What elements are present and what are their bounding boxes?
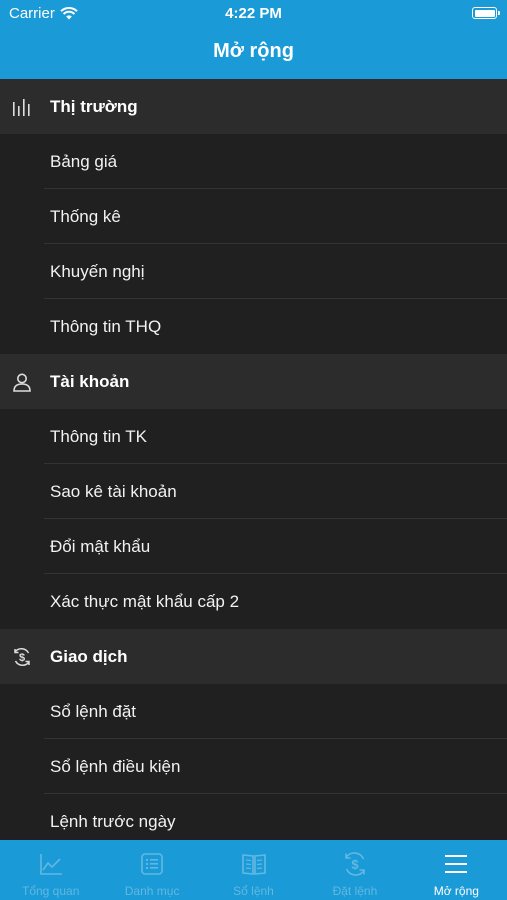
book-icon: [241, 854, 266, 875]
menu-item-label: Sổ lệnh đặt: [50, 701, 137, 721]
tab-dat-lenh[interactable]: $ Đặt lệnh: [304, 840, 405, 900]
line-chart-icon: [39, 854, 62, 875]
section-header-thi-truong: Thị trường: [0, 79, 507, 134]
menu-list: Thị trường Bảng giá Thống kê Khuyến nghị…: [0, 79, 507, 840]
menu-item-sao-ke-tai-khoan[interactable]: Sao kê tài khoản: [0, 464, 507, 519]
tab-danh-muc[interactable]: Danh mục: [101, 840, 202, 900]
menu-item-label: Sổ lệnh điều kiện: [50, 756, 181, 776]
section-header-giao-dich: $ Giao dịch: [0, 629, 507, 684]
menu-item-so-lenh-dat[interactable]: Sổ lệnh đặt: [0, 684, 507, 739]
menu-item-so-lenh-dieu-kien[interactable]: Sổ lệnh điều kiện: [0, 739, 507, 794]
battery-icon: [472, 7, 500, 19]
menu-item-lenh-truoc-ngay[interactable]: Lệnh trước ngày: [0, 794, 507, 840]
section-title: Giao dịch: [50, 646, 128, 666]
tab-so-lenh[interactable]: Sổ lệnh: [203, 840, 304, 900]
tab-tong-quan[interactable]: Tổng quan: [0, 840, 101, 900]
dollar-cycle-icon: $: [345, 852, 365, 876]
tab-label: Sổ lệnh: [233, 884, 274, 898]
dollar-cycle-icon: $: [11, 646, 33, 668]
status-bar: Carrier 4:22 PM: [0, 0, 507, 28]
page-title: Mở rộng: [213, 40, 294, 62]
menu-item-khuyen-nghi[interactable]: Khuyến nghị: [0, 244, 507, 299]
section-header-tai-khoan: Tài khoản: [0, 354, 507, 409]
status-time: 4:22 PM: [225, 5, 282, 22]
tab-bar: Tổng quan Danh mục Sổ lệnh $ Đặt lệnh Mở…: [0, 840, 507, 900]
menu-item-label: Thông tin TK: [50, 426, 148, 446]
tab-label: Tổng quan: [22, 884, 80, 898]
menu-item-label: Xác thực mật khẩu cấp 2: [50, 591, 240, 611]
tab-label: Mở rộng: [433, 884, 479, 898]
user-icon: [11, 371, 33, 393]
menu-item-bang-gia[interactable]: Bảng giá: [0, 134, 507, 189]
menu-icon: [445, 855, 468, 873]
tab-mo-rong[interactable]: Mở rộng: [406, 840, 507, 900]
chart-bars-icon: [11, 96, 33, 118]
menu-item-label: Sao kê tài khoản: [50, 481, 177, 501]
section-title: Tài khoản: [50, 371, 130, 391]
menu-item-thong-tin-thq[interactable]: Thông tin THQ: [0, 299, 507, 354]
menu-item-thong-tin-tk[interactable]: Thông tin TK: [0, 409, 507, 464]
menu-item-doi-mat-khau[interactable]: Đổi mật khẩu: [0, 519, 507, 574]
menu-item-label: Thống kê: [50, 206, 121, 226]
tab-label: Đặt lệnh: [332, 884, 378, 898]
menu-item-label: Thông tin THQ: [50, 316, 162, 336]
menu-item-label: Lệnh trước ngày: [50, 811, 176, 831]
menu-item-label: Khuyến nghị: [50, 261, 145, 281]
list-icon: [141, 853, 163, 875]
menu-item-xac-thuc-mat-khau[interactable]: Xác thực mật khẩu cấp 2: [0, 574, 507, 629]
tab-label: Danh mục: [124, 884, 180, 898]
menu-item-label: Đổi mật khẩu: [50, 536, 151, 556]
svg-text:$: $: [19, 652, 25, 664]
section-title: Thị trường: [50, 96, 138, 116]
svg-text:$: $: [351, 857, 359, 872]
menu-item-thong-ke[interactable]: Thống kê: [0, 189, 507, 244]
app-header: Carrier 4:22 PM Mở rộng: [0, 0, 507, 79]
menu-item-label: Bảng giá: [50, 151, 118, 171]
